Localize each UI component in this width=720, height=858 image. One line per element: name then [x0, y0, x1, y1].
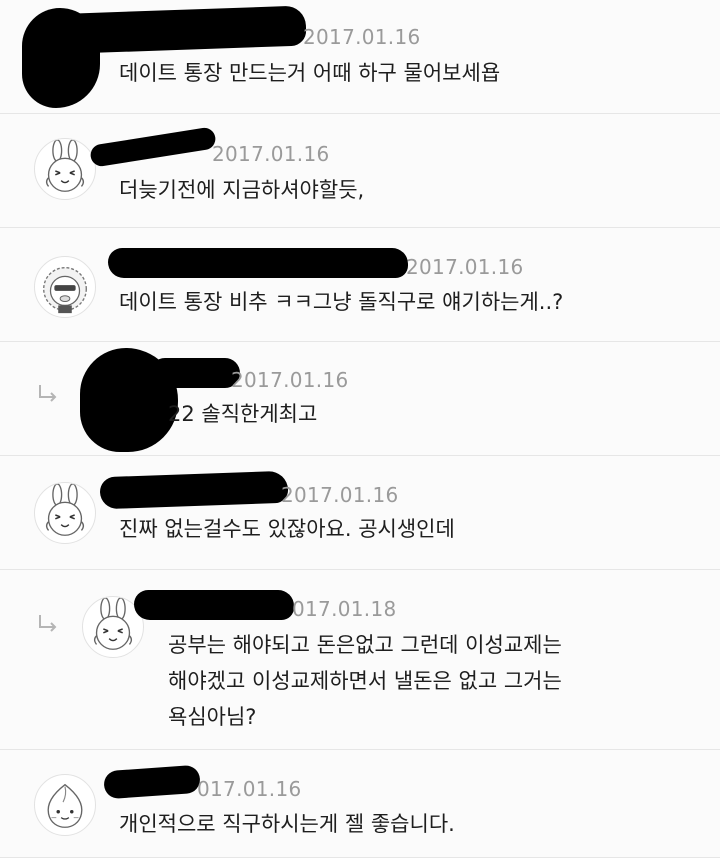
comment-text-line: 해야겠고 이성교제하면서 낼돈은 없고 그거는 — [168, 669, 562, 693]
peach-avatar-icon[interactable] — [34, 774, 96, 836]
comment-item: 2017.01.16 진짜 없는걸수도 있잖아요. 공시생인데 — [0, 456, 720, 570]
comment-text: 22 솔직한게최고 — [168, 402, 318, 426]
rabbit-face-icon — [45, 483, 85, 536]
redacted-username-scribble — [43, 5, 307, 55]
redacted-username-scribble — [150, 358, 240, 388]
comment-text: 데이트 통장 만드는거 어때 하구 물어보세욥 — [119, 61, 501, 85]
redacted-username-scribble — [108, 248, 408, 278]
lion-face-icon — [43, 266, 87, 314]
comment-text: 진짜 없는걸수도 있잖아요. 공시생인데 — [119, 517, 455, 541]
redacted-username-scribble — [134, 590, 294, 620]
rabbit-avatar-icon[interactable] — [34, 482, 96, 544]
comment-text: 개인적으로 직구하시는게 젤 좋습니다. — [119, 812, 455, 836]
comment-date: 2017.01.16 — [303, 25, 421, 49]
comment-item: 017.01.16 개인적으로 직구하시는게 젤 좋습니다. — [0, 750, 720, 858]
comment-text: 더늦기전에 지금하셔야할듯, — [119, 178, 365, 202]
comment-date: 017.01.18 — [292, 597, 397, 621]
rabbit-face-icon — [45, 139, 85, 192]
comment-date: 2017.01.16 — [281, 483, 399, 507]
comment-item: 2017.01.16 데이트 통장 비추 ㅋㅋ그냥 돌직구로 얘기하는게..? — [0, 228, 720, 342]
lion-avatar-icon[interactable] — [34, 256, 96, 318]
comment-date: 017.01.16 — [197, 777, 302, 801]
comment-text: 데이트 통장 비추 ㅋㅋ그냥 돌직구로 얘기하는게..? — [119, 290, 564, 314]
redacted-username-scribble — [99, 470, 289, 510]
comment-text-line: 욕심아님? — [168, 705, 257, 729]
comment-date: 2017.01.16 — [406, 255, 524, 279]
comment-date: 2017.01.16 — [212, 142, 330, 166]
redacted-username-scribble — [103, 764, 201, 800]
comment-item: 2017.01.16 데이트 통장 만드는거 어때 하구 물어보세욥 — [0, 0, 720, 114]
reply-arrow-icon — [39, 385, 57, 402]
comment-item: 2017.01.16 더늦기전에 지금하셔야할듯, — [0, 114, 720, 228]
comment-text-line: 공부는 해야되고 돈은없고 그런데 이성교제는 — [168, 633, 562, 657]
comment-date: 2017.01.16 — [231, 368, 349, 392]
reply-arrow-icon — [39, 615, 57, 632]
peach-face-icon — [47, 783, 83, 828]
rabbit-avatar-icon[interactable] — [34, 138, 96, 200]
redacted-username-scribble — [89, 126, 217, 168]
reply-comment-item: 017.01.18 공부는 해야되고 돈은없고 그런데 이성교제는 해야겠고 이… — [0, 570, 720, 750]
reply-comment-item: 2017.01.16 22 솔직한게최고 — [0, 342, 720, 456]
